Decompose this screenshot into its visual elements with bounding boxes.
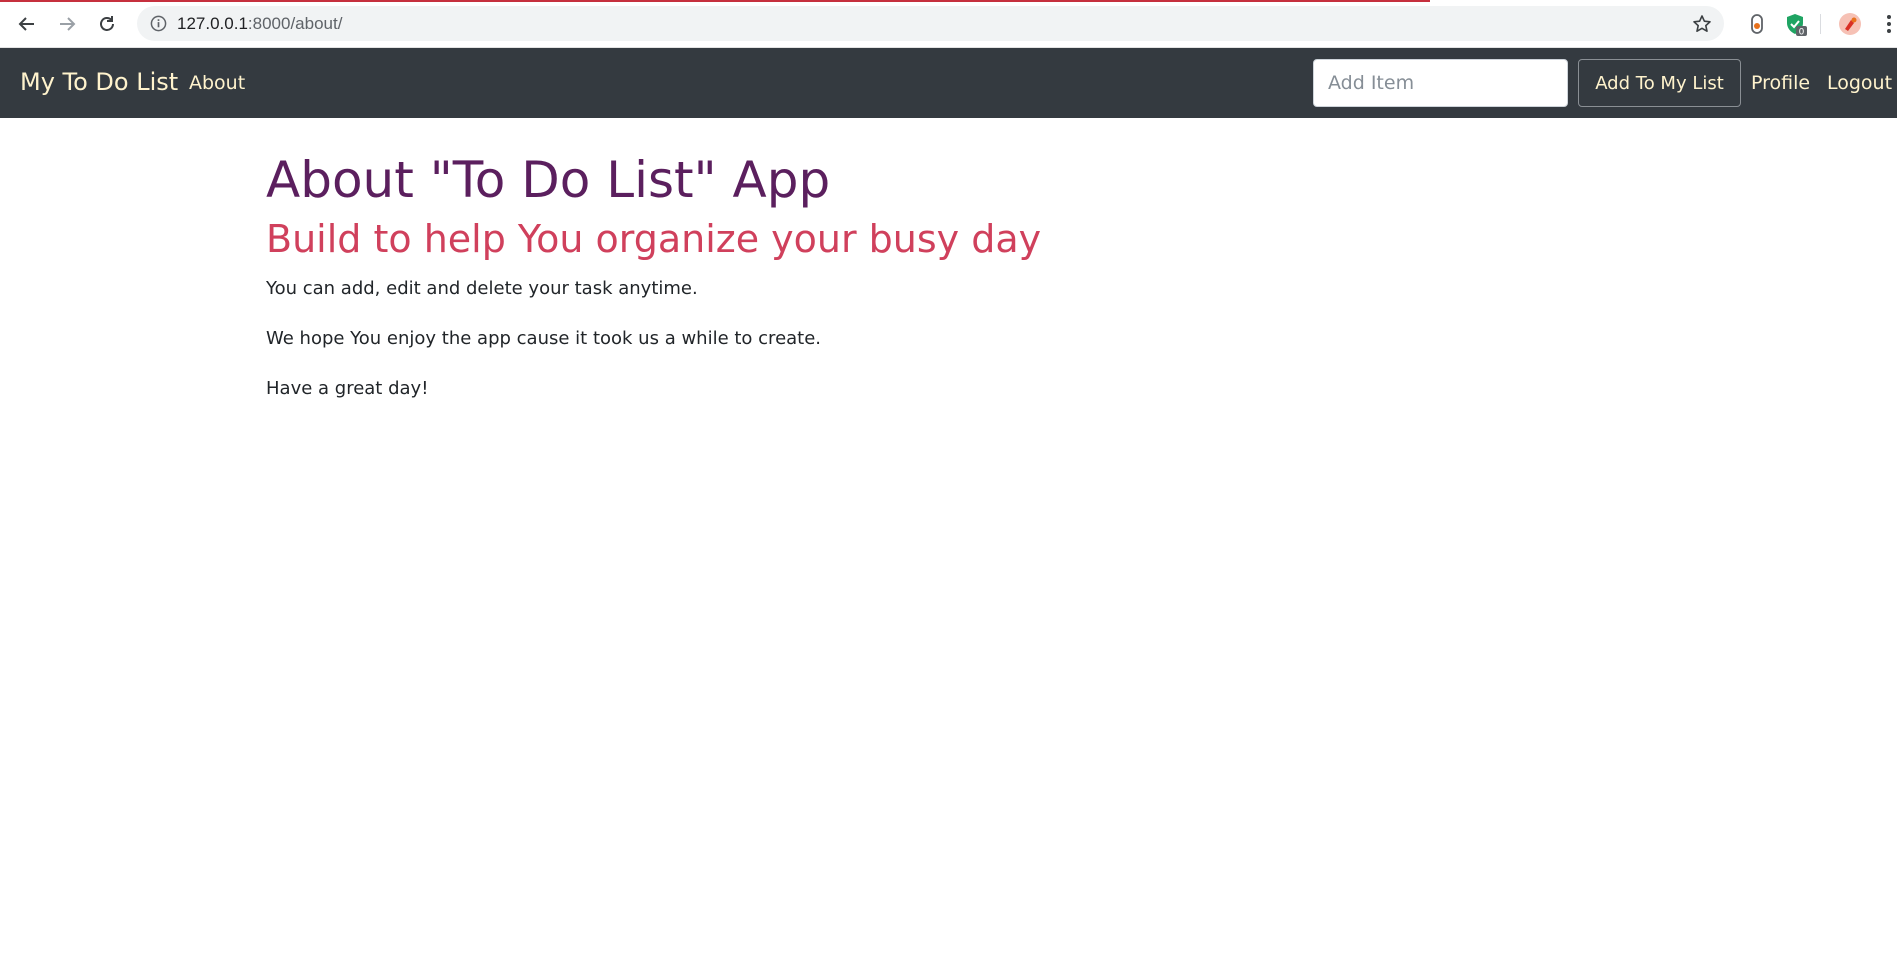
- page-load-progress-bar: [0, 0, 1430, 2]
- extension-badge-count: 0: [1799, 28, 1805, 37]
- brand-link[interactable]: My To Do List: [20, 68, 178, 96]
- nav-link-logout[interactable]: Logout: [1827, 72, 1892, 94]
- arrow-right-icon: [60, 17, 76, 31]
- about-content: About "To Do List" App Build to help You…: [266, 150, 1466, 404]
- page-subtitle: Build to help You organize your busy day: [266, 217, 1042, 261]
- about-paragraph: We hope You enjoy the app cause it took …: [266, 328, 822, 349]
- site-navbar: My To Do List About Add To My List Profi…: [0, 48, 1897, 118]
- profile-avatar-icon[interactable]: [1838, 12, 1862, 36]
- extension-shield-icon[interactable]: 0: [1783, 12, 1807, 36]
- url-text[interactable]: 127.0.0.1:8000/about/: [177, 14, 342, 34]
- toolbar-separator: [1820, 14, 1821, 34]
- more-menu-icon[interactable]: [1884, 12, 1894, 36]
- about-paragraph: Have a great day!: [266, 378, 429, 399]
- back-button[interactable]: [12, 10, 42, 38]
- info-icon[interactable]: [150, 15, 167, 32]
- page-title: About "To Do List" App: [266, 151, 831, 209]
- reload-icon: [100, 16, 114, 31]
- nav-link-about[interactable]: About: [189, 72, 245, 94]
- nav-link-profile[interactable]: Profile: [1751, 72, 1810, 94]
- add-to-list-button[interactable]: Add To My List: [1578, 59, 1741, 107]
- add-item-input[interactable]: [1313, 59, 1568, 107]
- bookmark-star-icon[interactable]: [1692, 14, 1712, 34]
- reload-button[interactable]: [92, 10, 122, 38]
- url-path: :8000/about/: [247, 14, 343, 33]
- extension-dropper-icon[interactable]: [1745, 12, 1769, 36]
- forward-button[interactable]: [52, 10, 82, 38]
- about-paragraph: You can add, edit and delete your task a…: [266, 278, 698, 299]
- address-bar[interactable]: 127.0.0.1:8000/about/: [137, 6, 1724, 41]
- arrow-left-icon: [18, 17, 34, 31]
- url-host: 127.0.0.1: [177, 14, 248, 33]
- browser-toolbar: 127.0.0.1:8000/about/ 0: [0, 0, 1897, 48]
